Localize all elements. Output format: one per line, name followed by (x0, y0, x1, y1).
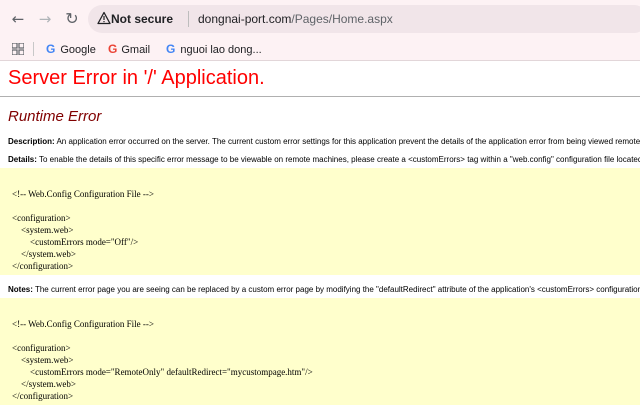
bookmark-google[interactable]: G Google (46, 41, 96, 57)
description-body: An application error occurred on the ser… (56, 137, 640, 146)
browser-toolbar: ← → ↻ Not secure dongnai-port.com/Pages/… (0, 0, 640, 38)
code-line: <!-- Web.Config Configuration File --> (12, 189, 154, 199)
bookmark-label: nguoi lao dong... (180, 44, 262, 56)
url-path: /Pages/Home.aspx (291, 12, 393, 26)
back-arrow-icon[interactable]: ← (9, 10, 27, 28)
code-line: <customErrors mode="Off"/> (12, 237, 139, 247)
reload-icon[interactable]: ↻ (63, 10, 81, 28)
notes-label: Notes: (8, 285, 33, 294)
code-line: </configuration> (12, 261, 74, 271)
description-text: Description: An application error occurr… (8, 137, 640, 146)
title-divider (0, 96, 640, 97)
apps-grid-icon[interactable] (12, 43, 24, 55)
bookmark-label: Google (60, 44, 96, 56)
details-body: To enable the details of this specific e… (38, 155, 640, 164)
url-host: dongnai-port.com (198, 12, 292, 26)
config-code-block-1: <!-- Web.Config Configuration File --> <… (0, 168, 640, 275)
page-title: Server Error in '/' Application. (8, 67, 265, 89)
google-icon: G (166, 42, 176, 56)
bookmark-gmail[interactable]: G Gmail (108, 41, 150, 57)
code-line: <configuration> (12, 343, 71, 353)
code-line: <!-- Web.Config Configuration File --> (12, 319, 154, 329)
page-content: Server Error in '/' Application. Runtime… (0, 61, 640, 418)
bookmark-label: Gmail (121, 44, 151, 56)
notes-text: Notes: The current error page you are se… (8, 285, 640, 294)
code-line: <customErrors mode="RemoteOnly" defaultR… (12, 367, 313, 377)
forward-arrow-icon[interactable]: → (36, 10, 54, 28)
details-text: Details: To enable the details of this s… (8, 155, 640, 164)
warning-icon[interactable] (97, 11, 111, 25)
code-line: <configuration> (12, 213, 71, 223)
code-line: </system.web> (12, 249, 76, 259)
security-label[interactable]: Not secure (111, 12, 173, 26)
code-line: <system.web> (12, 355, 74, 365)
bookmark-nguoi-lao-dong[interactable]: Gnguoi lao dong... (166, 41, 262, 57)
details-label: Details: (8, 155, 37, 164)
config-code-block-2: <!-- Web.Config Configuration File --> <… (0, 298, 640, 405)
address-divider (188, 11, 189, 27)
description-label: Description: (8, 137, 55, 146)
bookmarks-bar: G Google G Gmail Gnguoi lao dong... (0, 38, 640, 61)
error-subtitle: Runtime Error (8, 108, 102, 125)
code-line: </configuration> (12, 391, 74, 401)
gmail-icon: G (108, 42, 118, 56)
url-text[interactable]: dongnai-port.com/Pages/Home.aspx (198, 12, 393, 26)
code-line: </system.web> (12, 379, 76, 389)
bookmarks-divider (33, 42, 34, 56)
notes-body: The current error page you are seeing ca… (34, 285, 640, 294)
google-icon: G (46, 42, 56, 56)
address-bar[interactable]: Not secure dongnai-port.com/Pages/Home.a… (88, 5, 640, 33)
code-line: <system.web> (12, 225, 74, 235)
